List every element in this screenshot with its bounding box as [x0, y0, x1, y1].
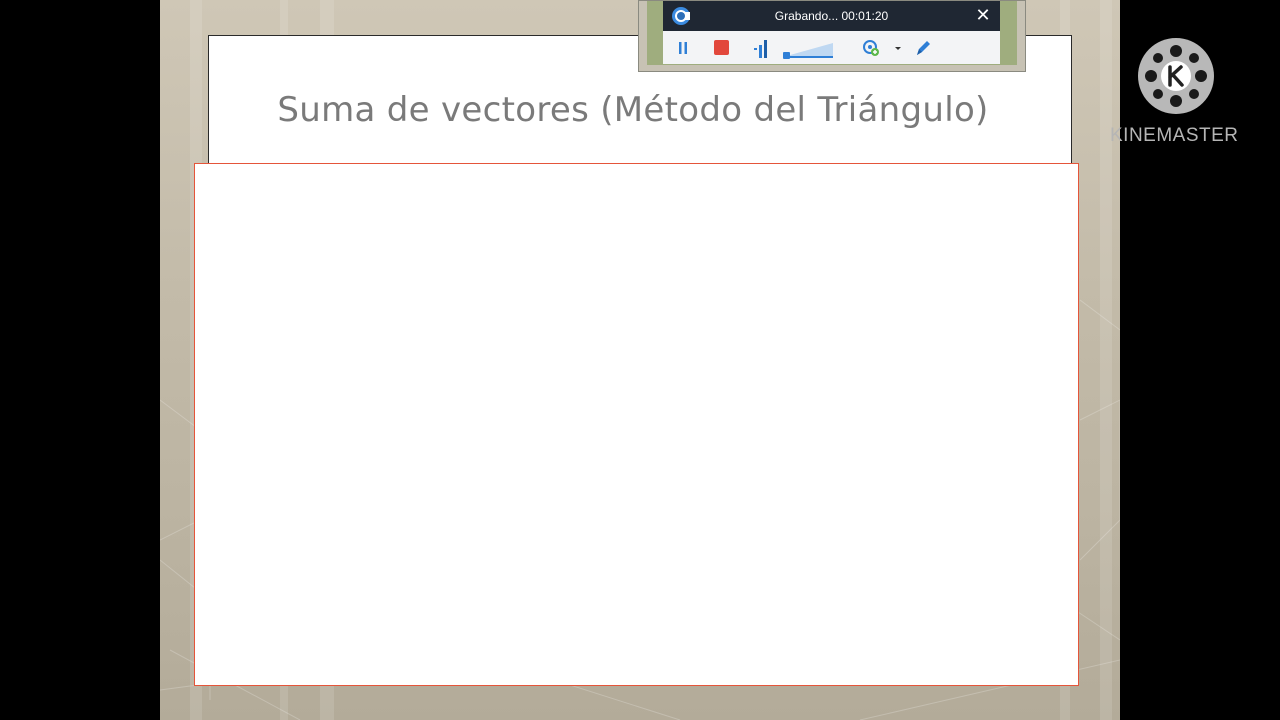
- webcam-icon[interactable]: [861, 37, 881, 59]
- kinemaster-logo-icon: [1138, 38, 1214, 114]
- chevron-down-icon[interactable]: [893, 37, 903, 59]
- pen-icon[interactable]: [913, 37, 933, 59]
- screen-recorder-window: Grabando... 00:01:20 ✕: [638, 0, 1026, 72]
- recorder-titlebar: Grabando... 00:01:20 ✕: [663, 1, 1000, 31]
- slide-title: Suma de vectores (Método del Triángulo): [277, 90, 989, 130]
- stop-icon[interactable]: [713, 37, 731, 59]
- content-placeholder[interactable]: [194, 163, 1079, 686]
- volume-slider-icon[interactable]: [781, 37, 835, 59]
- pause-icon[interactable]: [675, 37, 691, 59]
- recorder-toolbar: [663, 31, 1000, 64]
- close-button[interactable]: ✕: [974, 5, 992, 25]
- audio-level-icon[interactable]: [753, 37, 771, 59]
- recording-status: Grabando... 00:01:20: [774, 9, 889, 23]
- kinemaster-watermark: KINEMASTER: [1110, 125, 1239, 146]
